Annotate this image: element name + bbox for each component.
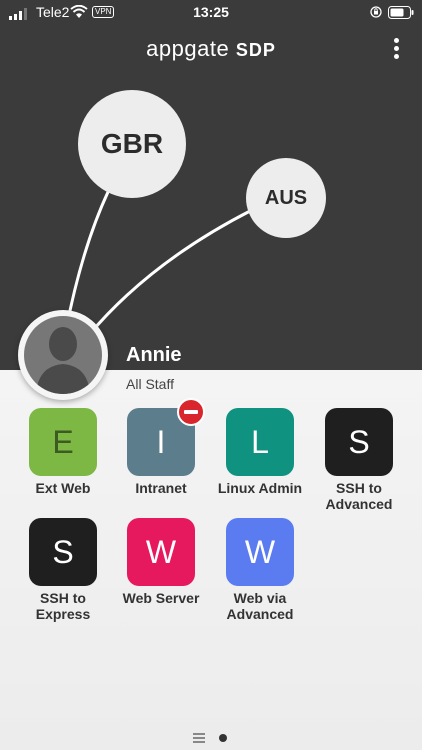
app-letter: W	[145, 533, 177, 570]
app-letter: L	[251, 423, 269, 460]
app-label: Linux Admin	[217, 480, 303, 496]
app-letter: I	[156, 423, 166, 460]
app-item[interactable]: W Web Server	[111, 518, 211, 606]
app-tile[interactable]: L	[226, 408, 294, 476]
list-view-icon[interactable]	[193, 733, 205, 743]
app-item[interactable]: S SSH to Express	[13, 518, 113, 622]
app-letter: S	[52, 533, 74, 570]
app-label: SSH to Advanced	[325, 480, 393, 512]
page-indicator	[0, 733, 422, 745]
site-node-gbr[interactable]: GBR	[78, 90, 186, 198]
app-tile[interactable]: S	[29, 518, 97, 586]
app-label: SSH to Express	[35, 590, 91, 622]
connection-line-aus	[86, 208, 253, 337]
app-item[interactable]: L Linux Admin	[210, 408, 310, 496]
app-letter: E	[52, 423, 74, 460]
user-name: Annie	[126, 344, 182, 366]
app-label: Intranet	[135, 480, 187, 496]
blocked-icon	[177, 398, 205, 426]
site-node-aus[interactable]: AUS	[246, 158, 326, 238]
app-tile[interactable]: W	[226, 518, 294, 586]
app-label: Web via Advanced	[226, 590, 294, 622]
app-item[interactable]: E Ext Web	[13, 408, 113, 496]
page-dot-current[interactable]	[219, 734, 227, 742]
app-item[interactable]: I Intranet	[111, 398, 211, 496]
app-tile[interactable]: W	[127, 518, 195, 586]
app-tile[interactable]: E	[29, 408, 97, 476]
app-letter: S	[348, 423, 370, 460]
app-tile[interactable]: I	[127, 398, 205, 476]
connection-line-gbr	[64, 191, 110, 331]
avatar[interactable]	[18, 310, 108, 400]
user-group: All Staff	[126, 376, 174, 392]
app-item[interactable]: S SSH to Advanced	[309, 408, 409, 512]
app-letter: W	[244, 533, 276, 570]
user-silhouette-icon	[36, 327, 90, 394]
app-label: Web Server	[122, 590, 200, 606]
app-item[interactable]: W Web via Advanced	[210, 518, 310, 622]
app-tile[interactable]: S	[325, 408, 393, 476]
app-label: Ext Web	[35, 480, 91, 496]
